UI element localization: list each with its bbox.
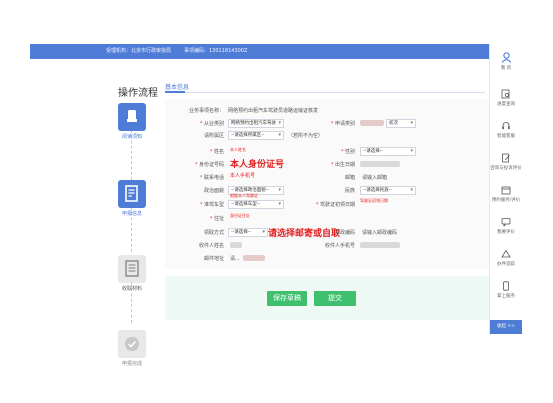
headset-icon (502, 122, 510, 130)
license-label: * 准驾车型 (199, 202, 224, 208)
redacted-value (360, 120, 384, 126)
tab-active-indicator (165, 91, 185, 93)
email-placeholder[interactable]: 请输入邮箱 (362, 174, 387, 181)
matter-name-label: 业务事项名称： (188, 108, 224, 114)
redacted-birth (360, 161, 400, 167)
step-declare-info[interactable] (118, 180, 146, 208)
matter-name-value: 网络预约出租汽车驾驶员道路运输证核发 (228, 108, 319, 114)
side-item-mobile[interactable]: 掌上服务 (490, 281, 522, 299)
address-label: * 住址 (209, 216, 224, 222)
side-item-label: 智能客服 (497, 134, 515, 139)
search-doc-icon (501, 89, 510, 99)
side-item-evaluate[interactable]: 我要评价 (490, 217, 522, 235)
tab-divider (165, 92, 485, 93)
subject-type-label: * 从业类别 (199, 121, 224, 127)
step-complete[interactable] (118, 330, 146, 358)
district-hint: （若所不为空） (288, 133, 324, 139)
side-item-label: 掌上服务 (497, 294, 515, 299)
step-label: 申报完成 (121, 361, 142, 367)
permit-type-select[interactable]: 初次 (386, 119, 416, 128)
idcard-label: * 身份证号码 (194, 162, 224, 168)
side-item-label: 进度查询 (497, 102, 515, 107)
side-item-label: 咨询与投诉评价 (490, 166, 522, 171)
step-collect-materials[interactable] (118, 255, 146, 283)
step-label: 收取材料 (121, 286, 142, 292)
name-label: * 姓名 (209, 149, 224, 155)
user-icon (501, 52, 511, 63)
document-edit-icon (125, 185, 138, 202)
step-read-notice[interactable] (118, 103, 146, 131)
permit-type-label: * 申请类别 (330, 121, 355, 127)
check-icon (125, 337, 139, 351)
redacted-mail-address (243, 255, 265, 261)
side-item-appointment[interactable]: 预约服务/评价 (490, 185, 522, 203)
postcode-label: 邮政编码 (334, 230, 355, 236)
district-label: 请所属区 (203, 133, 224, 139)
subject-type-select[interactable]: 网络预约出租汽车驾驶 (228, 119, 284, 128)
district-select[interactable]: --请选择所属区-- (228, 131, 284, 140)
postcode-placeholder[interactable]: 请输入邮政编码 (362, 229, 397, 236)
name-hint: 本人姓名 (230, 147, 246, 152)
save-draft-button[interactable]: 保存草稿 (267, 291, 307, 306)
calendar-icon (501, 186, 511, 195)
side-item-complaint[interactable]: 咨询与投诉评价 (490, 153, 522, 171)
user-center-button[interactable]: 我 的 (490, 52, 522, 71)
chat-icon (501, 218, 511, 227)
address-hint: 身份证住址 (230, 213, 250, 218)
step-label: 申报信息 (121, 211, 142, 217)
receive-label: 领取方式 (203, 230, 224, 236)
phone-icon (503, 281, 509, 291)
phone-hint: 本人手机号 (230, 173, 256, 179)
nation-label: 民族 (344, 188, 355, 194)
birth-label: * 出生日期 (330, 162, 355, 168)
receive-select[interactable]: --请选择-- (228, 228, 268, 237)
political-label: 政治面貌 (203, 188, 224, 194)
matter-code-text: 事项编码：13011814300Z (184, 48, 248, 54)
license-select[interactable]: --请选择车型-- (228, 200, 284, 209)
flow-title: 操作流程 (118, 88, 158, 99)
mail-address-label: 邮件地址 (203, 256, 224, 262)
first-license-hint: 驾驶证初领日期 (360, 198, 388, 203)
side-item-label: 预约服务/评价 (491, 198, 521, 203)
redacted-receiver-phone (360, 242, 400, 248)
list-doc-icon (125, 260, 139, 277)
top-info-bar: 受理机构：北京市行政审批局 事项编码：13011814300Z (30, 44, 490, 59)
side-item-label: 我要评价 (497, 230, 515, 235)
receiver-phone-label: 收件人手机号 (324, 243, 355, 249)
edit-doc-icon (502, 153, 510, 163)
idcard-note: 本人身份证号 (230, 160, 285, 170)
submit-button[interactable]: 提交 (314, 291, 356, 306)
right-service-sidebar: 我 的 进度查询 智能客服 咨询与投诉评价 预约服务/评价 我要评价 办件追踪 … (489, 44, 522, 334)
tab-basic-info[interactable]: 基本信息 (165, 82, 189, 91)
mail-address-value[interactable]: 请... (230, 255, 240, 262)
collapse-button[interactable]: 收起 >> (490, 320, 522, 334)
gender-select[interactable]: --请选择-- (360, 147, 416, 156)
agency-text: 受理机构：北京市行政审批局 (106, 48, 172, 54)
receiver-label: 收件人姓名 (198, 243, 224, 249)
side-item-label: 办件追踪 (497, 262, 515, 267)
license-hint: 根据本人驾驶证 (230, 193, 258, 198)
first-license-label: * 驾驶证初领日期 (315, 202, 355, 208)
user-center-label: 我 的 (500, 66, 512, 71)
redacted-receiver (230, 242, 242, 248)
step-label: 阅读须知 (121, 134, 142, 140)
phone-label: * 联系电话 (199, 175, 224, 181)
side-item-progress[interactable]: 进度查询 (490, 89, 522, 107)
email-label: 邮箱 (344, 175, 355, 181)
nation-select[interactable]: --请选择民族-- (360, 186, 416, 195)
side-item-service[interactable]: 智能客服 (490, 121, 522, 139)
gender-label: * 性别 (340, 149, 355, 155)
side-item-tracking[interactable]: 办件追踪 (490, 249, 522, 267)
tracking-icon (501, 249, 511, 258)
hand-icon (127, 110, 137, 122)
